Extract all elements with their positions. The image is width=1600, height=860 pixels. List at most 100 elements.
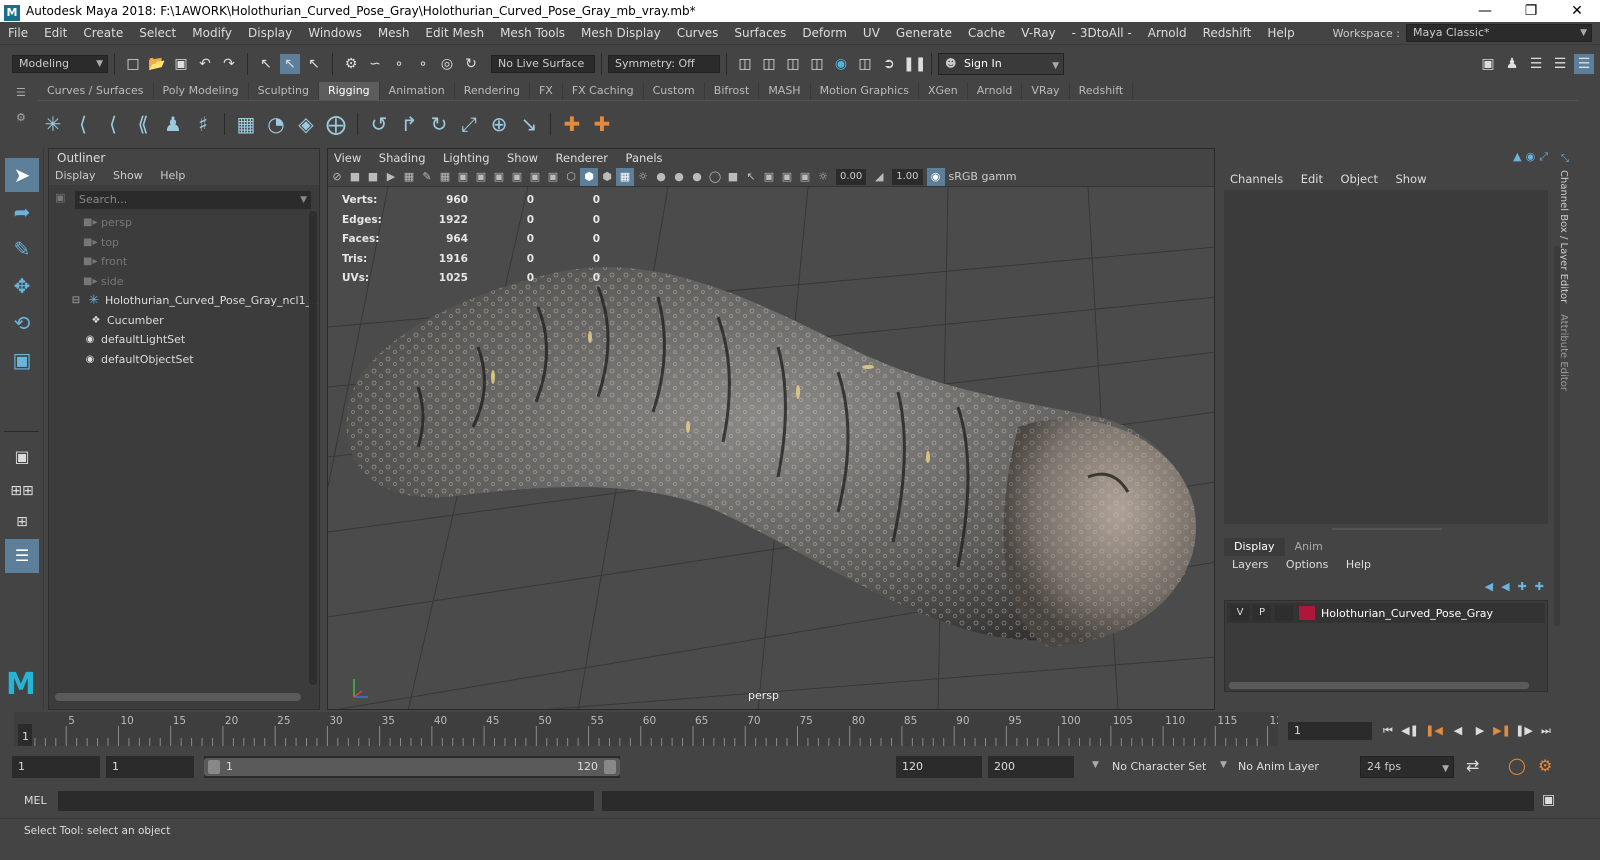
fps-dropdown[interactable]: 24 fps ▼ — [1360, 756, 1454, 778]
render-settings-icon[interactable]: ◫ — [807, 54, 827, 74]
menu-select[interactable]: Select — [131, 22, 184, 44]
channel-menu-channels[interactable]: Channels — [1230, 172, 1283, 186]
render-view-icon[interactable]: ◫ — [735, 54, 755, 74]
menu-icon[interactable]: ☰ — [16, 86, 38, 99]
snap-curve-icon[interactable]: ∽ — [365, 54, 385, 74]
range-bar[interactable]: 1 120 — [204, 756, 620, 778]
wireframe-on-shaded-icon[interactable]: ⬢ — [598, 168, 616, 186]
outliner-item[interactable]: ■▸ top — [49, 233, 319, 253]
shelf-tab-custom[interactable]: Custom — [644, 82, 705, 100]
close-icon[interactable]: ✕ — [1554, 0, 1600, 22]
shelf-tab-fx[interactable]: FX — [530, 82, 563, 100]
mode-dropdown[interactable]: Modeling ▼ — [12, 54, 108, 73]
go-to-end-icon[interactable]: ⏭ — [1536, 722, 1556, 740]
textured-icon[interactable]: ▦ — [616, 167, 634, 186]
shelf-tab-bifrost[interactable]: Bifrost — [705, 82, 760, 100]
grease-pencil-icon[interactable]: ✎ — [418, 168, 436, 186]
outliner-menu-display[interactable]: Display — [55, 169, 96, 182]
undo-icon[interactable]: ↶ — [195, 54, 215, 74]
render-frame-icon[interactable]: ◫ — [759, 54, 779, 74]
menu-3dtoall[interactable]: - 3DtoAll - — [1064, 22, 1140, 44]
xray-icon[interactable]: ▣ — [760, 168, 778, 186]
splitter-handle[interactable] — [1332, 528, 1442, 530]
gate-mask-icon[interactable]: ▣ — [490, 168, 508, 186]
step-forward-frame-icon[interactable]: ❚▶ — [1514, 722, 1534, 740]
resolution-gate-icon[interactable]: ▣ — [472, 168, 490, 186]
outliner-search-input[interactable]: Search... ▼ — [75, 191, 311, 209]
menu-cache[interactable]: Cache — [960, 22, 1013, 44]
viewport-menu-view[interactable]: View — [334, 151, 361, 165]
filter-icon[interactable]: ▣ — [55, 191, 65, 204]
live-surface-field[interactable]: No Live Surface — [491, 54, 595, 73]
move-layer-up-icon[interactable]: ◀ — [1485, 580, 1493, 593]
shelf-tab-animation[interactable]: Animation — [380, 82, 455, 100]
expand-icon[interactable]: ⤢ — [1539, 150, 1548, 164]
menu-mesh-display[interactable]: Mesh Display — [573, 22, 669, 44]
shelf-tab-rigging[interactable]: Rigging — [318, 82, 380, 100]
isolate-select-icon[interactable]: ↖ — [742, 168, 760, 186]
ik-handle-icon[interactable]: ⟨ — [68, 107, 98, 141]
screen-space-ao-icon[interactable]: ● — [670, 168, 688, 186]
layer-menu-layers[interactable]: Layers — [1232, 558, 1268, 571]
move-layer-down-icon[interactable]: ◀ — [1501, 580, 1509, 593]
single-view-icon[interactable]: ▣ — [5, 440, 39, 474]
menu-uv[interactable]: UV — [855, 22, 888, 44]
tool-settings-icon[interactable]: ☰ — [1550, 54, 1570, 74]
select-camera-icon[interactable]: ⊘ — [328, 168, 346, 186]
smooth-shade-icon[interactable]: ⬢ — [580, 167, 598, 186]
loop-icon[interactable]: ⇄ — [1466, 756, 1479, 775]
scale-tool-icon[interactable]: ▣ — [5, 343, 39, 377]
pause-icon[interactable]: ❚❚ — [903, 54, 926, 74]
viewport-menu-shading[interactable]: Shading — [379, 151, 426, 165]
lattice-icon[interactable]: ▦ — [231, 107, 261, 141]
outliner-horizontal-scrollbar[interactable] — [55, 693, 301, 701]
current-frame-field[interactable]: 1 — [1288, 722, 1372, 740]
vray-render-icon[interactable]: ◫ — [855, 54, 875, 74]
skin-bind-icon[interactable]: ⟪ — [128, 107, 158, 141]
menu-surfaces[interactable]: Surfaces — [726, 22, 794, 44]
camera-attributes-icon[interactable]: ■ — [346, 168, 364, 186]
time-slider[interactable]: 5 10 15 20 25 30 35 40 45 50 55 60 65 70 75 80 85 90 95 100… — [0, 712, 1600, 748]
snap-surface-icon[interactable]: ◎ — [437, 54, 457, 74]
snap-history-icon[interactable]: ↻ — [461, 54, 481, 74]
shelf-tab-redshift[interactable]: Redshift — [1070, 82, 1134, 100]
channel-menu-object[interactable]: Object — [1341, 172, 1378, 186]
2d-pan-zoom-icon[interactable]: ▦ — [400, 168, 418, 186]
shelf-tab-fx-caching[interactable]: FX Caching — [563, 82, 644, 100]
layer-horizontal-scrollbar[interactable] — [1229, 682, 1529, 689]
gamma-field[interactable]: 1.00 — [892, 168, 923, 185]
layer-playback-toggle[interactable]: P — [1253, 605, 1271, 621]
film-gate-icon[interactable]: ▣ — [454, 168, 472, 186]
outliner-menu-show[interactable]: Show — [113, 169, 143, 182]
restore-icon[interactable]: ❐ — [1508, 0, 1554, 22]
gamma-icon[interactable]: ◢ — [870, 168, 888, 186]
outliner-persp-icon[interactable]: ⊞ — [5, 508, 39, 536]
redo-icon[interactable]: ↷ — [219, 54, 239, 74]
aim-constraint-icon[interactable]: ⊕ — [484, 107, 514, 141]
menu-edit-mesh[interactable]: Edit Mesh — [417, 22, 492, 44]
playback-start-field[interactable]: 1 — [106, 756, 194, 778]
attribute-editor-icon[interactable]: ☰ — [1526, 54, 1546, 74]
outliner-item[interactable]: ❖ Cucumber — [49, 311, 319, 331]
safe-title-icon[interactable]: ▣ — [544, 168, 562, 186]
shelf-tab-rendering[interactable]: Rendering — [455, 82, 530, 100]
scale-constraint-icon[interactable]: ⤢ — [454, 107, 484, 141]
side-scrollbar[interactable] — [1554, 246, 1560, 626]
paint-select-icon[interactable]: ✎ — [5, 232, 39, 266]
layer-visibility-toggle[interactable]: V — [1231, 605, 1249, 621]
menu-vray[interactable]: V-Ray — [1013, 22, 1063, 44]
menu-mesh-tools[interactable]: Mesh Tools — [492, 22, 573, 44]
auto-key-icon[interactable]: ◯ — [1508, 756, 1526, 775]
field-chart-icon[interactable]: ▣ — [508, 168, 526, 186]
use-all-lights-icon[interactable]: ☼ — [634, 168, 652, 186]
point-constraint-icon[interactable]: ↱ — [394, 107, 424, 141]
menu-arnold[interactable]: Arnold — [1140, 22, 1195, 44]
humanik-icon[interactable]: ♟ — [158, 107, 188, 141]
viewport-panel[interactable]: View Shading Lighting Show Renderer Pane… — [327, 148, 1215, 710]
chevron-down-icon[interactable]: ▼ — [1092, 760, 1099, 770]
wrap-icon[interactable]: ◈ — [291, 107, 321, 141]
select-object-icon[interactable]: ↖ — [280, 53, 300, 74]
viewport-menu-panels[interactable]: Panels — [626, 151, 663, 165]
move-tool-icon[interactable]: ✥ — [5, 269, 39, 303]
select-tool-icon[interactable]: ➤ — [5, 158, 39, 192]
